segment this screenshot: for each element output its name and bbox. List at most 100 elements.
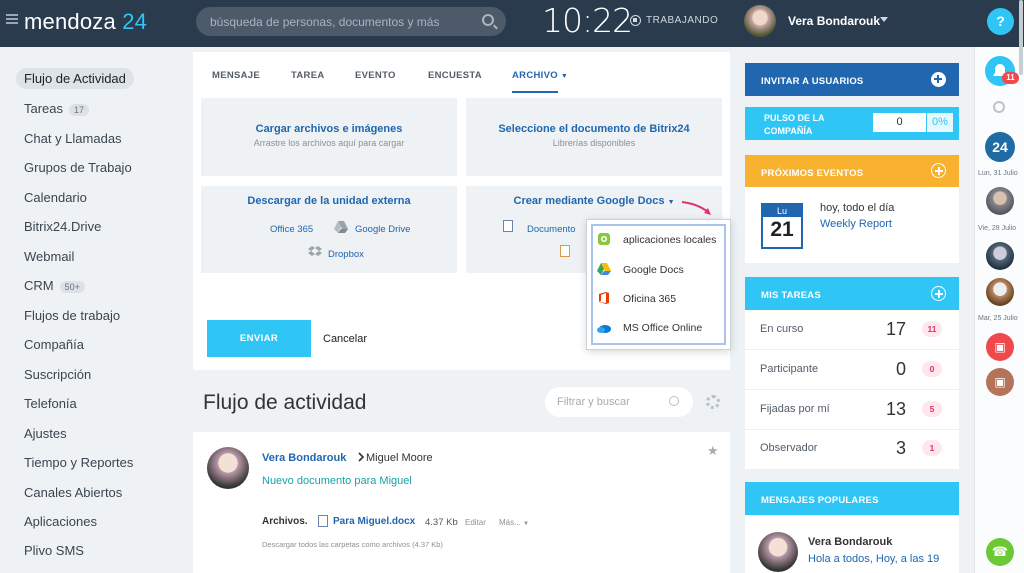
tab-event[interactable]: EVENTO bbox=[355, 70, 396, 81]
tasks-counter: 17 bbox=[69, 103, 90, 116]
rail-date: Vie, 28 Julio bbox=[978, 225, 1017, 232]
menu-icon[interactable] bbox=[6, 14, 18, 24]
file-more-link[interactable]: Más... ▼ bbox=[499, 518, 529, 527]
tab-task[interactable]: TAREA bbox=[291, 70, 325, 81]
popular-post-author[interactable]: Vera Bondarouk bbox=[808, 536, 892, 548]
select-bitrix-doc-card[interactable]: Seleccione el documento de Bitrix24 Libr… bbox=[466, 98, 722, 176]
tab-file[interactable]: ARCHIVO ▼ bbox=[512, 70, 568, 81]
sidebar-item-open-channels[interactable]: Canales Abiertos bbox=[24, 485, 122, 500]
bitrix24-chat-button[interactable]: 24 bbox=[985, 132, 1015, 162]
rail-date: Lun, 31 Julio bbox=[978, 170, 1018, 177]
presentation-icon bbox=[560, 245, 570, 257]
tab-poll[interactable]: ENCUESTA bbox=[428, 70, 482, 81]
tab-message[interactable]: MENSAJE bbox=[212, 70, 260, 81]
event-time: hoy, todo el día bbox=[820, 202, 895, 214]
select-bitrix-doc-title[interactable]: Seleccione el documento de Bitrix24 bbox=[466, 123, 722, 135]
task-badge: 11 bbox=[922, 321, 942, 337]
office365-icon bbox=[599, 292, 609, 304]
user-name[interactable]: Vera Bondarouk bbox=[788, 14, 880, 28]
record-icon[interactable] bbox=[630, 15, 641, 26]
upload-files-title[interactable]: Cargar archivos e imágenes bbox=[201, 123, 457, 135]
task-label[interactable]: Participante bbox=[760, 363, 818, 375]
my-tasks-header[interactable]: MIS TAREAS bbox=[745, 277, 959, 310]
sidebar-item-calendar[interactable]: Calendario bbox=[24, 190, 87, 205]
calendar-weekday: Lu bbox=[763, 205, 801, 217]
contact-avatar[interactable] bbox=[986, 187, 1014, 215]
office365-link[interactable]: Office 365 bbox=[270, 224, 313, 235]
phone-icon[interactable]: ☎ bbox=[986, 538, 1014, 566]
task-label[interactable]: Fijadas por mí bbox=[760, 403, 830, 415]
caret-down-icon: ▼ bbox=[560, 73, 569, 80]
cancel-button[interactable]: Cancelar bbox=[323, 333, 367, 345]
post-title[interactable]: Nuevo documento para Miguel bbox=[262, 475, 412, 487]
logo[interactable]: mendoza 24 bbox=[24, 9, 147, 35]
menu-item-office365[interactable]: Oficina 365 bbox=[623, 293, 676, 305]
work-status[interactable]: TRABAJANDO bbox=[646, 15, 718, 26]
upload-files-hint: Arrastre los archivos aquí para cargar bbox=[253, 138, 405, 148]
sidebar-item-crm[interactable]: CRM 50+ bbox=[24, 278, 85, 293]
page-title: Flujo de actividad bbox=[203, 391, 367, 414]
task-badge: 0 bbox=[922, 361, 942, 377]
task-label[interactable]: Observador bbox=[760, 442, 817, 454]
sidebar-item-chat[interactable]: Chat y Llamadas bbox=[24, 131, 122, 146]
user-avatar[interactable] bbox=[744, 5, 776, 37]
dropbox-link[interactable]: Dropbox bbox=[328, 249, 364, 260]
clock: 10:22 bbox=[542, 1, 633, 40]
files-label: Archivos. bbox=[262, 516, 308, 527]
post-recipient[interactable]: Miguel Moore bbox=[366, 452, 433, 464]
scrollbar[interactable] bbox=[1019, 0, 1023, 75]
invite-users-button[interactable]: INVITAR A USUARIOS bbox=[745, 63, 959, 96]
add-event-icon[interactable] bbox=[931, 163, 946, 178]
avatar[interactable] bbox=[758, 532, 798, 572]
menu-item-local-apps[interactable]: aplicaciones locales bbox=[623, 234, 716, 246]
plus-icon[interactable] bbox=[931, 72, 946, 87]
sidebar-item-workgroups[interactable]: Grupos de Trabajo bbox=[24, 160, 132, 175]
google-drive-link[interactable]: Google Drive bbox=[355, 224, 410, 235]
avatar[interactable] bbox=[207, 447, 249, 489]
help-button[interactable]: ? bbox=[987, 8, 1014, 35]
menu-item-ms-office-online[interactable]: MS Office Online bbox=[623, 322, 702, 334]
event-link[interactable]: Weekly Report bbox=[820, 218, 892, 230]
contact-avatar[interactable] bbox=[986, 278, 1014, 306]
search-icon[interactable] bbox=[669, 396, 679, 406]
sidebar-item-webmail[interactable]: Webmail bbox=[24, 249, 74, 264]
send-button[interactable]: ENVIAR bbox=[207, 320, 311, 357]
popular-posts-header: MENSAJES POPULARES bbox=[745, 482, 959, 515]
file-edit-link[interactable]: Editar bbox=[465, 518, 486, 527]
active-tab-underline bbox=[512, 91, 558, 93]
search-icon[interactable] bbox=[993, 101, 1005, 113]
contact-avatar[interactable] bbox=[986, 242, 1014, 270]
create-document-link[interactable]: Documento bbox=[527, 224, 576, 235]
caret-down-icon: ▼ bbox=[667, 199, 675, 206]
sidebar-item-drive[interactable]: Bitrix24.Drive bbox=[24, 219, 101, 234]
sidebar-item-activity-stream[interactable]: Flujo de Actividad bbox=[16, 68, 134, 89]
sidebar-item-company[interactable]: Compañía bbox=[24, 337, 84, 352]
lock-icon[interactable]: ▣ bbox=[986, 333, 1014, 361]
sidebar-item-time-reports[interactable]: Tiempo y Reportes bbox=[24, 455, 133, 470]
sidebar-item-workflows[interactable]: Flujos de trabajo bbox=[24, 308, 120, 323]
search-input[interactable]: búsqueda de personas, documentos y más bbox=[196, 7, 506, 36]
sidebar-item-settings[interactable]: Ajustes bbox=[24, 426, 67, 441]
task-badge: 5 bbox=[922, 401, 942, 417]
file-link[interactable]: Para Miguel.docx bbox=[333, 516, 415, 527]
upload-files-card[interactable]: Cargar archivos e imágenes Arrastre los … bbox=[201, 98, 457, 176]
post-author[interactable]: Vera Bondarouk bbox=[262, 452, 346, 464]
lock-icon[interactable]: ▣ bbox=[986, 368, 1014, 396]
search-icon[interactable] bbox=[482, 14, 494, 26]
task-count: 3 bbox=[895, 438, 906, 458]
company-pulse-label: PULSO DE LA COMPAÑÍA bbox=[764, 113, 825, 136]
star-icon[interactable]: ★ bbox=[707, 443, 719, 459]
menu-item-google-docs[interactable]: Google Docs bbox=[623, 264, 684, 276]
chevron-down-icon[interactable] bbox=[880, 17, 888, 22]
download-all-link[interactable]: Descargar todos las carpetas como archiv… bbox=[262, 540, 443, 549]
task-label[interactable]: En curso bbox=[760, 323, 803, 335]
sidebar-item-telephony[interactable]: Telefonía bbox=[24, 396, 77, 411]
sidebar-item-tasks[interactable]: Tareas 17 bbox=[24, 101, 90, 116]
sidebar-item-plivo-sms[interactable]: Plivo SMS bbox=[24, 543, 84, 558]
popular-post-text[interactable]: Hola a todos, Hoy, a las 19 bbox=[808, 553, 939, 565]
gear-icon[interactable] bbox=[706, 395, 720, 409]
dropbox-icon bbox=[308, 246, 322, 256]
sidebar-item-applications[interactable]: Aplicaciones bbox=[24, 514, 97, 529]
add-task-icon[interactable] bbox=[931, 286, 946, 301]
sidebar-item-subscription[interactable]: Suscripción bbox=[24, 367, 91, 382]
